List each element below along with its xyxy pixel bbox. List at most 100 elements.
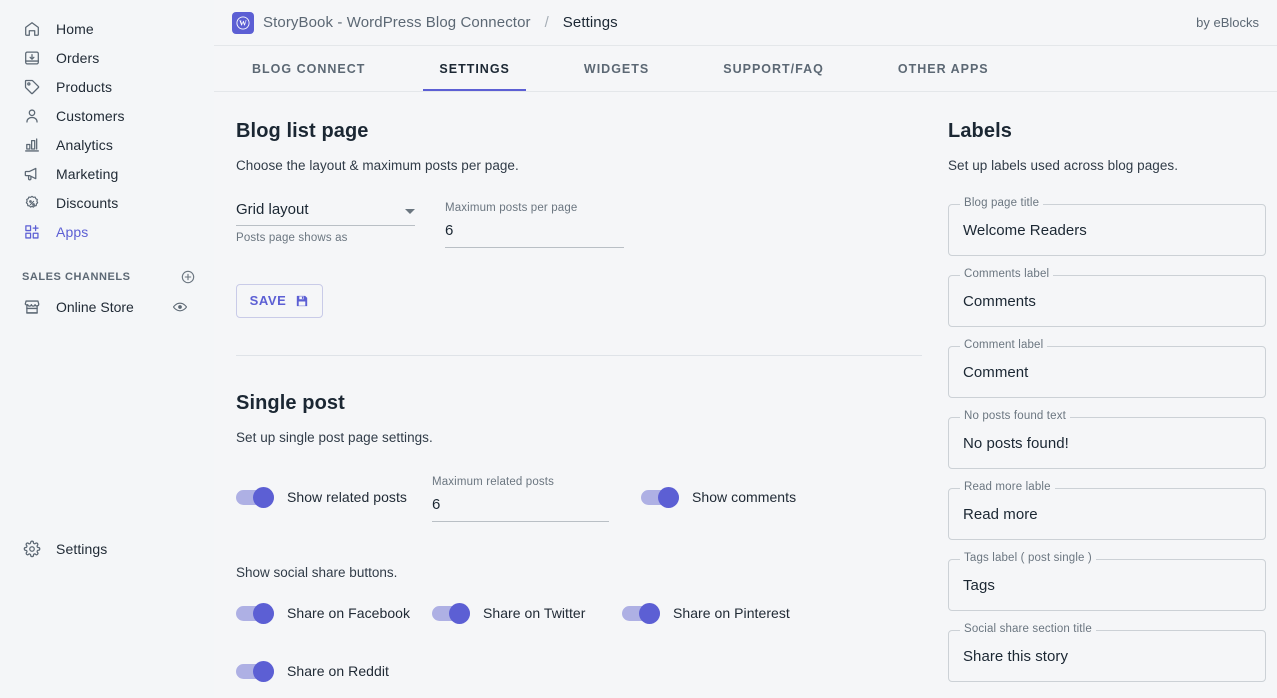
sidebar-item-settings[interactable]: Settings <box>8 534 206 563</box>
products-tag-icon <box>22 77 42 97</box>
share-facebook-label: Share on Facebook <box>287 605 411 622</box>
customers-icon <box>22 106 42 126</box>
social-share-section-title-field[interactable]: Social share section title Share this st… <box>948 623 1266 682</box>
show-related-posts-toggle[interactable] <box>236 486 274 508</box>
layout-select-box[interactable]: Grid layout <box>236 202 415 226</box>
max-related-posts-label: Maximum related posts <box>432 475 555 488</box>
field-value[interactable]: Share this story <box>963 649 1068 664</box>
eye-icon[interactable] <box>172 299 188 315</box>
max-posts-per-page-label: Maximum posts per page <box>445 202 578 214</box>
field-value[interactable]: Welcome Readers <box>963 223 1087 238</box>
max-posts-per-page-field[interactable]: Maximum posts per page 6 <box>445 202 624 248</box>
gear-icon <box>22 539 42 559</box>
tab-blog-connect[interactable]: BLOG CONNECT <box>236 46 381 91</box>
single-post-controls-row: Show related posts Maximum related posts… <box>236 476 924 522</box>
labels-panel: Labels Set up labels used across blog pa… <box>924 120 1277 698</box>
sidebar-item-label: Discounts <box>56 194 119 211</box>
sales-channels-header: SALES CHANNELS <box>0 262 214 292</box>
field-value[interactable]: Comment <box>963 365 1028 380</box>
labels-panel-subtitle: Set up labels used across blog pages. <box>948 158 1178 173</box>
share-twitter-toggle[interactable] <box>432 602 470 624</box>
tab-widgets[interactable]: WIDGETS <box>568 46 665 91</box>
sidebar-item-home[interactable]: Home <box>8 14 206 43</box>
show-comments-toggle[interactable] <box>641 486 679 508</box>
home-icon <box>22 19 42 39</box>
sidebar: Home Orders Products Customers Analytics… <box>0 0 214 698</box>
plus-circle-icon[interactable] <box>180 269 196 285</box>
toggle-thumb <box>639 602 660 624</box>
marketing-megaphone-icon <box>22 164 42 184</box>
read-more-label-field[interactable]: Read more lable Read more <box>948 481 1266 540</box>
share-facebook-row: Share on Facebook <box>236 602 432 624</box>
layout-select[interactable]: Grid layout Posts page shows as <box>236 202 415 248</box>
max-posts-per-page-input[interactable]: 6 <box>445 223 624 248</box>
show-comments-row: Show comments <box>641 476 797 508</box>
apps-grid-plus-icon <box>22 222 42 242</box>
field-label: Comment label <box>960 339 1048 352</box>
breadcrumb: W StoryBook - WordPress Blog Connector /… <box>232 11 618 34</box>
social-share-note: Show social share buttons. <box>236 564 398 580</box>
no-posts-found-text-field[interactable]: No posts found text No posts found! <box>948 410 1266 469</box>
share-pinterest-toggle[interactable] <box>622 602 660 624</box>
share-pinterest-row: Share on Pinterest <box>622 602 790 624</box>
toggle-thumb <box>449 602 470 624</box>
max-related-posts-field[interactable]: Maximum related posts 6 <box>432 476 609 522</box>
section-divider <box>236 354 922 356</box>
field-value[interactable]: Comments <box>963 294 1036 309</box>
sidebar-item-analytics[interactable]: Analytics <box>8 130 206 159</box>
sidebar-item-discounts[interactable]: Discounts <box>8 188 206 217</box>
share-reddit-toggle[interactable] <box>236 660 274 682</box>
share-twitter-label: Share on Twitter <box>483 605 586 622</box>
toggle-thumb <box>253 660 274 682</box>
sidebar-item-online-store[interactable]: Online Store <box>8 292 206 322</box>
toggle-thumb <box>253 602 274 624</box>
field-value[interactable]: No posts found! <box>963 436 1069 451</box>
field-value[interactable]: Read more <box>963 507 1038 522</box>
discounts-percent-icon <box>22 193 42 213</box>
comments-label-field[interactable]: Comments label Comments <box>948 268 1266 327</box>
field-label: Social share section title <box>960 623 1096 636</box>
breadcrumb-app-name[interactable]: StoryBook - WordPress Blog Connector <box>263 14 531 31</box>
breadcrumb-separator: / <box>544 14 549 31</box>
analytics-bars-icon <box>22 135 42 155</box>
tab-label: SUPPORT/FAQ <box>723 61 824 76</box>
tab-label: SETTINGS <box>439 61 510 76</box>
tab-other-apps[interactable]: OTHER APPS <box>882 46 1005 91</box>
field-value[interactable]: Tags <box>963 578 995 593</box>
save-button-label: SAVE <box>249 293 287 309</box>
tab-support-faq[interactable]: SUPPORT/FAQ <box>707 46 840 91</box>
sidebar-item-apps[interactable]: Apps <box>8 217 206 246</box>
save-button[interactable]: SAVE <box>236 283 323 318</box>
labels-panel-title: Labels <box>948 120 1012 142</box>
comment-label-field[interactable]: Comment label Comment <box>948 339 1266 398</box>
share-facebook-toggle[interactable] <box>236 602 274 624</box>
channel-label: Online Store <box>56 299 134 315</box>
max-related-posts-input[interactable]: 6 <box>432 497 609 522</box>
sidebar-item-label: Marketing <box>56 165 119 182</box>
sidebar-item-products[interactable]: Products <box>8 72 206 101</box>
sidebar-item-marketing[interactable]: Marketing <box>8 159 206 188</box>
toggle-thumb <box>658 486 679 508</box>
share-twitter-row: Share on Twitter <box>432 602 622 624</box>
sidebar-item-label: Customers <box>56 107 125 124</box>
single-post-subtitle: Set up single post page settings. <box>236 429 433 445</box>
tab-label: OTHER APPS <box>897 61 989 76</box>
tab-settings[interactable]: SETTINGS <box>423 46 526 91</box>
layout-select-helper: Posts page shows as <box>236 232 348 244</box>
wordpress-logo-icon: W <box>232 11 254 34</box>
tags-label-field[interactable]: Tags label ( post single ) Tags <box>948 552 1266 611</box>
sidebar-item-label: Apps <box>56 223 89 240</box>
show-related-posts-label: Show related posts <box>287 489 407 506</box>
blog-page-title-field[interactable]: Blog page title Welcome Readers <box>948 197 1266 256</box>
show-comments-label: Show comments <box>692 489 797 506</box>
chevron-down-icon <box>405 209 415 214</box>
sidebar-item-label: Home <box>56 20 94 37</box>
tab-bar: BLOG CONNECT SETTINGS WIDGETS SUPPORT/FA… <box>214 46 1277 92</box>
save-floppy-icon <box>295 294 309 308</box>
sidebar-item-orders[interactable]: Orders <box>8 43 206 72</box>
settings-content: Blog list page Choose the layout & maxim… <box>214 92 1277 698</box>
field-label: Blog page title <box>960 197 1044 210</box>
tab-label: BLOG CONNECT <box>252 61 366 76</box>
sidebar-item-customers[interactable]: Customers <box>8 101 206 130</box>
share-pinterest-label: Share on Pinterest <box>673 605 790 622</box>
